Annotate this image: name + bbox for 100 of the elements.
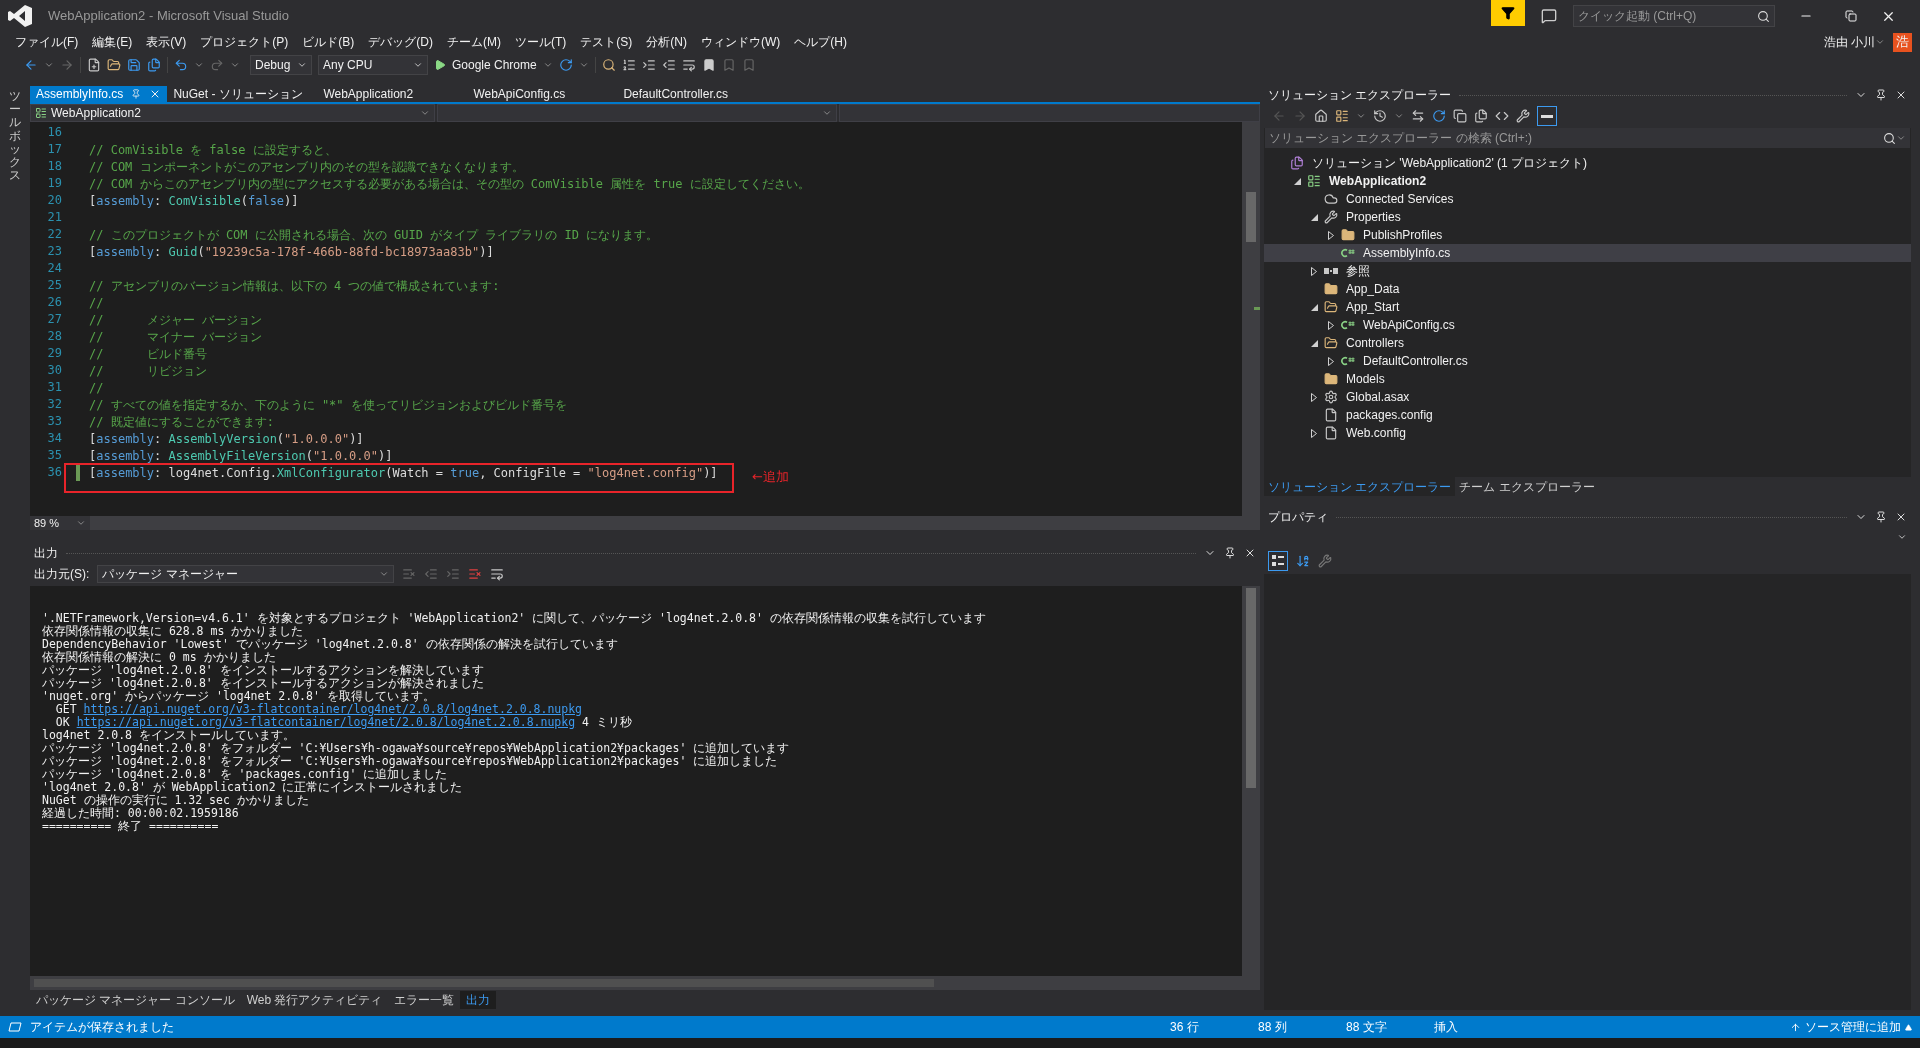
find-icon[interactable] (601, 58, 616, 72)
code-icon[interactable] (1495, 109, 1509, 123)
expanded-arrow-icon[interactable] (1310, 213, 1318, 221)
caret-icon[interactable] (1905, 1023, 1912, 1031)
tree-item[interactable]: WebApiConfig.cs (1264, 316, 1911, 334)
pin-icon[interactable] (1875, 89, 1887, 101)
list-icon[interactable] (621, 58, 636, 72)
menu-item[interactable]: ツール(T) (508, 33, 574, 51)
home-icon[interactable] (1314, 109, 1328, 123)
close-icon[interactable] (1895, 511, 1907, 523)
caret-icon[interactable] (297, 60, 307, 70)
save-all-icon[interactable] (147, 58, 161, 72)
menu-item[interactable]: プロジェクト(P) (193, 33, 296, 51)
tree-item[interactable]: PublishProfiles (1264, 226, 1911, 244)
wrench-icon[interactable] (1516, 109, 1530, 123)
quick-launch-box[interactable]: クイック起動 (Ctrl+Q) (1573, 5, 1775, 27)
collapsed-arrow-icon[interactable] (1311, 266, 1317, 276)
vertical-scrollbar[interactable] (1242, 586, 1260, 976)
menu-item[interactable]: テスト(S) (573, 33, 640, 51)
expanded-arrow-icon[interactable] (1310, 303, 1318, 311)
output-link[interactable]: https://api.nuget.org/v3-flatcontainer/log4net/2.0.8/log4net.2.0.8.nupkg (76, 716, 576, 729)
search-icon[interactable] (1757, 9, 1770, 23)
tree-item[interactable]: Connected Services (1264, 190, 1911, 208)
tree-item[interactable]: ソリューション 'WebApplication2' (1 プロジェクト) (1264, 154, 1911, 172)
source-control-button[interactable]: ソース管理に追加 (1805, 1018, 1901, 1036)
output-link[interactable]: https://api.nuget.org/v3-flatcontainer/log4net/2.0.8/log4net.2.0.8.nupkg (83, 703, 583, 716)
switch-view-icon[interactable] (1335, 109, 1349, 123)
restore-icon[interactable] (1845, 10, 1857, 22)
search-icon[interactable] (1883, 131, 1896, 145)
tree-item[interactable]: App_Start (1264, 298, 1911, 316)
caret-icon[interactable] (44, 60, 54, 70)
tree-item[interactable]: WebApplication2 (1264, 172, 1911, 190)
vertical-scrollbar[interactable] (1242, 122, 1260, 516)
word-wrap-icon[interactable] (490, 567, 505, 581)
tree-item[interactable]: 参照 (1264, 262, 1911, 280)
caret-icon[interactable] (542, 60, 553, 70)
save-icon[interactable] (127, 58, 141, 72)
history-icon[interactable] (1373, 109, 1387, 123)
sync-icon[interactable] (1411, 109, 1425, 123)
menu-item[interactable]: ビルド(B) (295, 33, 362, 51)
panel-tab[interactable]: エラー一覧 (388, 991, 461, 1009)
menu-item[interactable]: ウィンドウ(W) (694, 33, 788, 51)
caret-icon[interactable] (76, 518, 86, 528)
menu-item[interactable]: 編集(E) (85, 33, 140, 51)
panel-tab[interactable]: パッケージ マネージャー コンソール (30, 991, 241, 1009)
menu-item[interactable]: デバッグ(D) (361, 33, 440, 51)
comment-icon[interactable] (681, 58, 696, 72)
panel-tab[interactable]: Web 発行アクティビティ (240, 991, 389, 1009)
horizontal-scrollbar[interactable] (30, 976, 1260, 990)
collapsed-arrow-icon[interactable] (1328, 356, 1334, 366)
editor-tab[interactable]: NuGet - ソリューション (167, 85, 303, 103)
caret-icon[interactable] (1897, 532, 1907, 542)
play-icon[interactable] (434, 59, 446, 71)
horizontal-scrollbar[interactable] (90, 516, 1260, 530)
panel-tab[interactable]: 出力 (460, 991, 497, 1009)
caret-icon[interactable] (578, 60, 589, 70)
expanded-arrow-icon[interactable] (1310, 339, 1318, 347)
caret-icon[interactable] (413, 60, 423, 70)
caret-icon[interactable] (194, 60, 204, 70)
run-button[interactable]: Google Chrome (452, 56, 537, 74)
chat-icon[interactable] (1541, 8, 1557, 24)
user-name[interactable]: 浩由 小川 (1823, 33, 1875, 51)
tree-item[interactable]: AssemblyInfo.cs (1264, 244, 1911, 262)
editor-tab[interactable]: WebApplication2 (317, 85, 414, 103)
collapsed-arrow-icon[interactable] (1328, 230, 1334, 240)
tree-item[interactable]: DefaultController.cs (1264, 352, 1911, 370)
caret-icon[interactable] (420, 108, 430, 118)
upload-icon[interactable] (1790, 1021, 1801, 1033)
menu-item[interactable]: ヘルプ(H) (787, 33, 854, 51)
caret-icon[interactable] (1394, 111, 1404, 121)
new-project-icon[interactable] (87, 58, 101, 72)
preview-icon[interactable] (1537, 106, 1557, 126)
pin-icon[interactable] (1875, 511, 1887, 523)
open-folder-icon[interactable] (107, 58, 121, 72)
tree-item[interactable]: Global.asax (1264, 388, 1911, 406)
clear-all-icon[interactable] (468, 567, 483, 581)
bookmark-icon[interactable] (701, 58, 716, 72)
collapse-icon[interactable] (1453, 109, 1467, 123)
menu-item[interactable]: チーム(M) (440, 33, 508, 51)
tree-item[interactable]: Controllers (1264, 334, 1911, 352)
caret-icon[interactable] (379, 569, 390, 579)
categorized-icon[interactable] (1268, 551, 1288, 571)
toolbox-tab[interactable]: ツールボックス (9, 90, 21, 183)
caret-icon[interactable] (1356, 111, 1366, 121)
editor-tab[interactable]: DefaultController.cs (617, 85, 729, 103)
menu-item[interactable]: 表示(V) (139, 33, 194, 51)
show-all-icon[interactable] (1474, 109, 1488, 123)
pin-icon[interactable] (1224, 547, 1236, 559)
caret-icon[interactable] (230, 60, 240, 70)
collapsed-arrow-icon[interactable] (1311, 428, 1317, 438)
expanded-arrow-icon[interactable] (1293, 177, 1301, 185)
tree-item[interactable]: Models (1264, 370, 1911, 388)
back-icon[interactable] (24, 58, 38, 72)
collapsed-arrow-icon[interactable] (1328, 320, 1334, 330)
tree-item[interactable]: Properties (1264, 208, 1911, 226)
tree-item[interactable]: packages.config (1264, 406, 1911, 424)
tree-item[interactable]: App_Data (1264, 280, 1911, 298)
caret-icon[interactable] (822, 108, 832, 118)
editor-tab[interactable]: WebApiConfig.cs (467, 85, 566, 103)
undo-icon[interactable] (174, 58, 188, 72)
